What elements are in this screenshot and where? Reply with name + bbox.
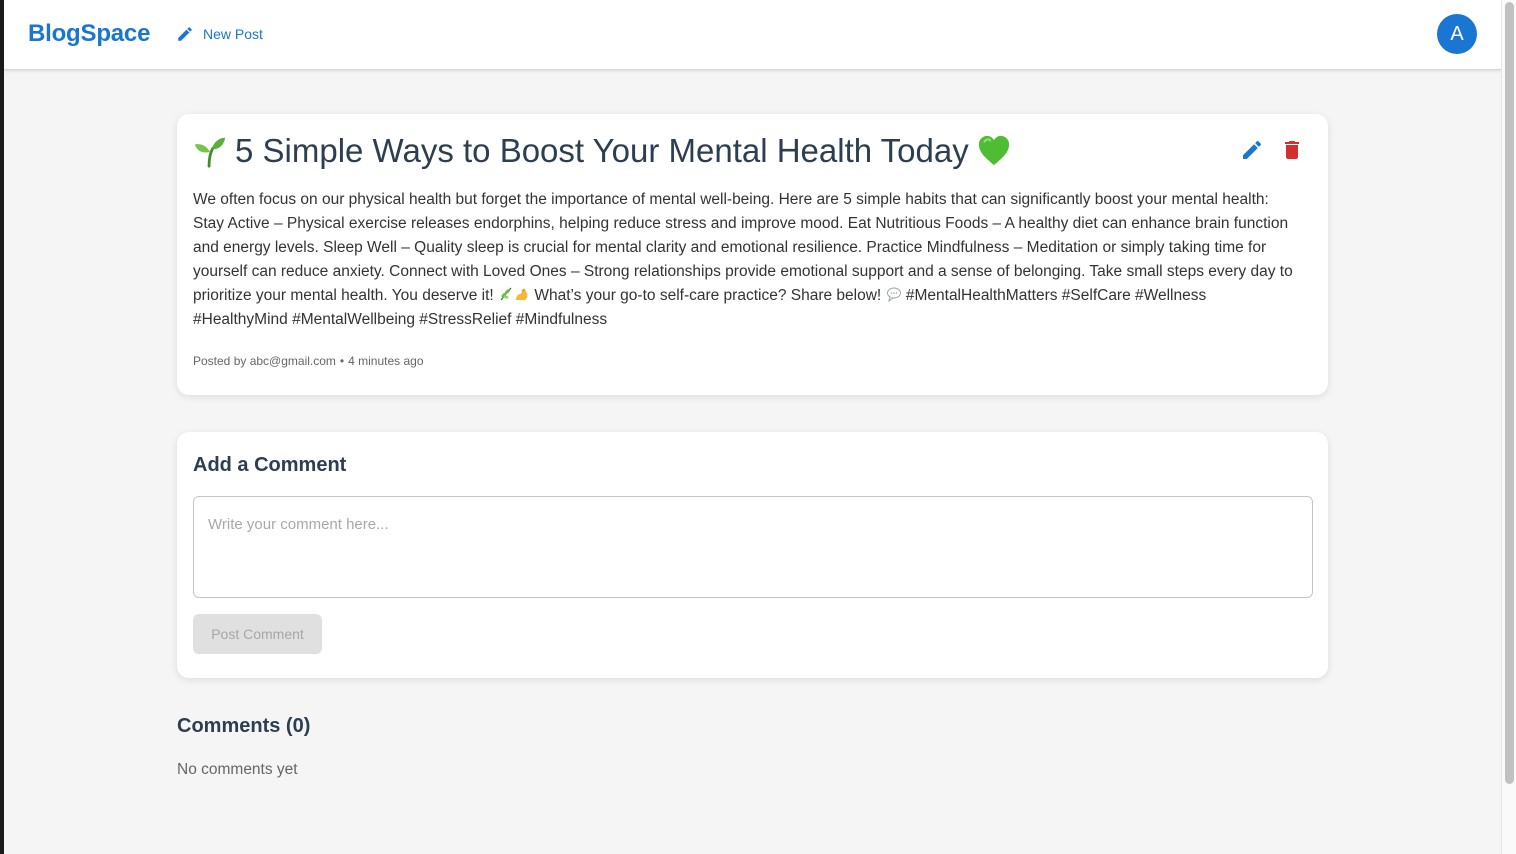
vertical-scrollbar[interactable] (1501, 0, 1516, 854)
new-post-label: New Post (203, 26, 263, 42)
delete-icon[interactable] (1280, 138, 1304, 162)
green-heart-icon (978, 135, 1009, 166)
edit-icon[interactable] (1240, 138, 1264, 162)
comment-input[interactable] (193, 496, 1313, 598)
comment-form-heading: Add a Comment (193, 454, 347, 476)
page-viewport: BlogSpace New Post A 5 Simple Ways to Bo… (4, 0, 1501, 854)
post-meta: Posted by abc@gmail.com • 4 minutes ago (193, 354, 424, 368)
seedling-icon (194, 137, 226, 168)
flexed-biceps-icon (516, 288, 528, 300)
post-title: 5 Simple Ways to Boost Your Mental Healt… (235, 132, 969, 169)
new-post-button[interactable]: New Post (176, 22, 263, 46)
no-comments-text: No comments yet (177, 761, 298, 778)
meta-separator: • (339, 354, 345, 368)
user-avatar[interactable]: A (1437, 14, 1477, 54)
post-title-row: 5 Simple Ways to Boost Your Mental Healt… (193, 132, 1011, 170)
post-card: 5 Simple Ways to Boost Your Mental Healt… (177, 114, 1328, 395)
pencil-icon (178, 27, 192, 41)
post-timestamp: 4 minutes ago (348, 354, 424, 368)
post-comment-button[interactable]: Post Comment (193, 614, 322, 654)
herb-icon (500, 287, 512, 301)
post-author: Posted by abc@gmail.com (193, 354, 336, 368)
post-body-question: What’s your go-to self-care practice? Sh… (534, 287, 882, 304)
comments-heading: Comments (0) (177, 715, 311, 737)
top-navbar: BlogSpace New Post A (4, 0, 1501, 70)
brand-logo[interactable]: BlogSpace (28, 20, 150, 48)
post-body: We often focus on our physical health bu… (193, 188, 1303, 332)
speech-bubble-icon (886, 287, 901, 302)
comment-form-card: Add a Comment Post Comment (177, 432, 1328, 678)
scrollbar-thumb[interactable] (1505, 2, 1514, 784)
